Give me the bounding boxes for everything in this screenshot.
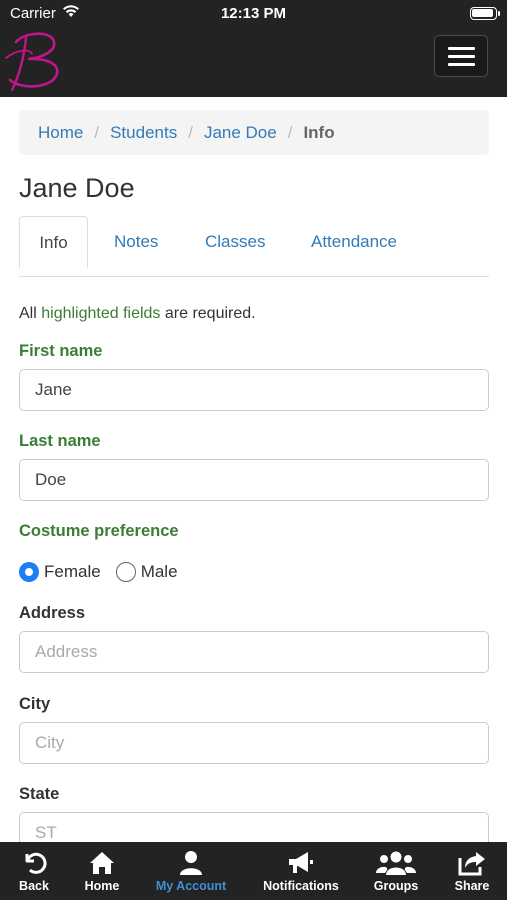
female-radio[interactable] bbox=[19, 562, 39, 582]
user-icon bbox=[180, 851, 202, 875]
breadcrumb-separator: / bbox=[287, 122, 293, 142]
share-icon bbox=[458, 852, 485, 876]
nav-notifications-label: Notifications bbox=[263, 879, 339, 893]
male-radio[interactable] bbox=[115, 562, 136, 582]
nav-back[interactable]: Back bbox=[6, 842, 62, 900]
nav-groups[interactable]: Groups bbox=[364, 842, 428, 900]
tab-classes[interactable]: Classes bbox=[205, 216, 265, 268]
app-header: Carrier 12:13 PM bbox=[0, 0, 507, 97]
clock: 12:13 PM bbox=[220, 5, 287, 22]
megaphone-icon bbox=[289, 852, 313, 873]
brand-logo[interactable] bbox=[2, 28, 64, 94]
page-title: Jane Doe bbox=[19, 173, 135, 203]
note-suffix: are required. bbox=[160, 305, 256, 322]
breadcrumb-current: Info bbox=[303, 122, 335, 142]
group-icon bbox=[376, 851, 416, 875]
male-radio-label[interactable]: Male bbox=[141, 562, 178, 582]
nav-groups-label: Groups bbox=[373, 879, 419, 893]
female-radio-label[interactable]: Female bbox=[44, 562, 101, 582]
nav-share[interactable]: Share bbox=[444, 842, 500, 900]
tab-notes[interactable]: Notes bbox=[114, 216, 158, 268]
note-prefix: All bbox=[19, 305, 42, 322]
first-name-field[interactable]: Jane bbox=[19, 369, 489, 411]
breadcrumb-student[interactable]: Jane Doe bbox=[204, 123, 277, 143]
breadcrumb: Home / Students / Jane Doe / Info bbox=[19, 110, 489, 155]
nav-home[interactable]: Home bbox=[72, 842, 132, 900]
nav-share-label: Share bbox=[454, 879, 490, 893]
tab-bar: Info Notes Classes Attendance bbox=[19, 216, 489, 277]
menu-line bbox=[448, 47, 475, 50]
breadcrumb-separator: / bbox=[188, 122, 193, 142]
bottom-tab-bar: Back Home My Account Notifications Group… bbox=[0, 842, 507, 900]
menu-line bbox=[448, 63, 475, 66]
nav-back-label: Back bbox=[19, 879, 49, 893]
nav-my-account-label: My Account bbox=[155, 879, 227, 893]
breadcrumb-home[interactable]: Home bbox=[38, 123, 83, 143]
address-label: Address bbox=[19, 604, 86, 622]
state-label: State bbox=[19, 785, 60, 803]
city-field[interactable]: City bbox=[19, 722, 489, 764]
last-name-label: Last name bbox=[19, 432, 101, 450]
city-label: City bbox=[19, 695, 51, 713]
required-fields-note: All highlighted fields are required. bbox=[19, 305, 256, 323]
nav-my-account[interactable]: My Account bbox=[146, 842, 236, 900]
status-bar: Carrier 12:13 PM bbox=[0, 0, 507, 28]
nav-home-label: Home bbox=[84, 879, 120, 893]
last-name-field[interactable]: Doe bbox=[19, 459, 489, 501]
note-highlight: highlighted fields bbox=[41, 305, 161, 322]
tab-attendance[interactable]: Attendance bbox=[311, 216, 397, 268]
costume-preference-label: Costume preference bbox=[19, 522, 179, 540]
tab-info[interactable]: Info bbox=[19, 216, 88, 268]
breadcrumb-students[interactable]: Students bbox=[110, 123, 177, 143]
back-arrow-icon bbox=[25, 852, 47, 874]
menu-line bbox=[448, 55, 475, 58]
first-name-label: First name bbox=[19, 342, 103, 360]
home-icon bbox=[90, 852, 114, 874]
address-field[interactable]: Address bbox=[19, 631, 489, 673]
costume-radio-group: Female Male bbox=[19, 560, 178, 584]
breadcrumb-separator: / bbox=[94, 122, 100, 142]
hamburger-menu-button[interactable] bbox=[434, 35, 488, 77]
nav-notifications[interactable]: Notifications bbox=[252, 842, 350, 900]
battery-icon bbox=[470, 7, 500, 20]
